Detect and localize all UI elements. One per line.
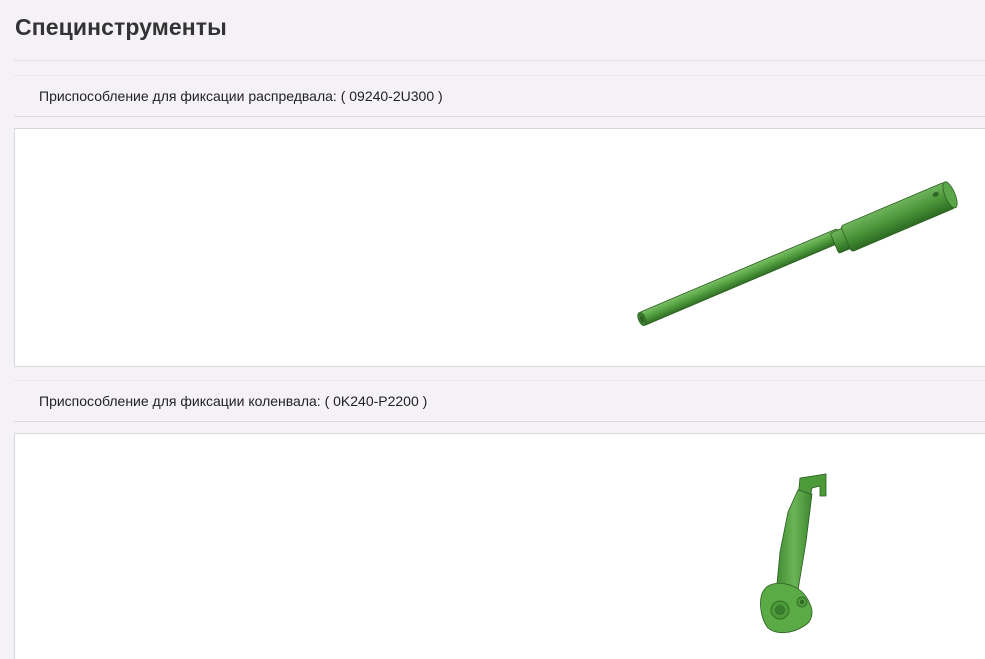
tool-label-camshaft: Приспособление для фиксации распредвала:… [39, 88, 443, 104]
tool-section-header-camshaft: Приспособление для фиксации распредвала:… [14, 75, 985, 117]
tool-section-header-crankshaft: Приспособление для фиксации коленвала: (… [14, 380, 985, 422]
tool-label-crankshaft: Приспособление для фиксации коленвала: (… [39, 393, 428, 409]
tool-image-panel-crankshaft [14, 433, 985, 659]
crankshaft-fixing-tool-icon [760, 473, 827, 634]
tool-image-panel-camshaft [14, 128, 985, 367]
title-divider [14, 60, 985, 61]
page-title: Специнструменты [15, 14, 227, 40]
page: Специнструменты Приспособление для фикса… [0, 0, 985, 659]
camshaft-fixing-tool-icon [637, 181, 958, 326]
